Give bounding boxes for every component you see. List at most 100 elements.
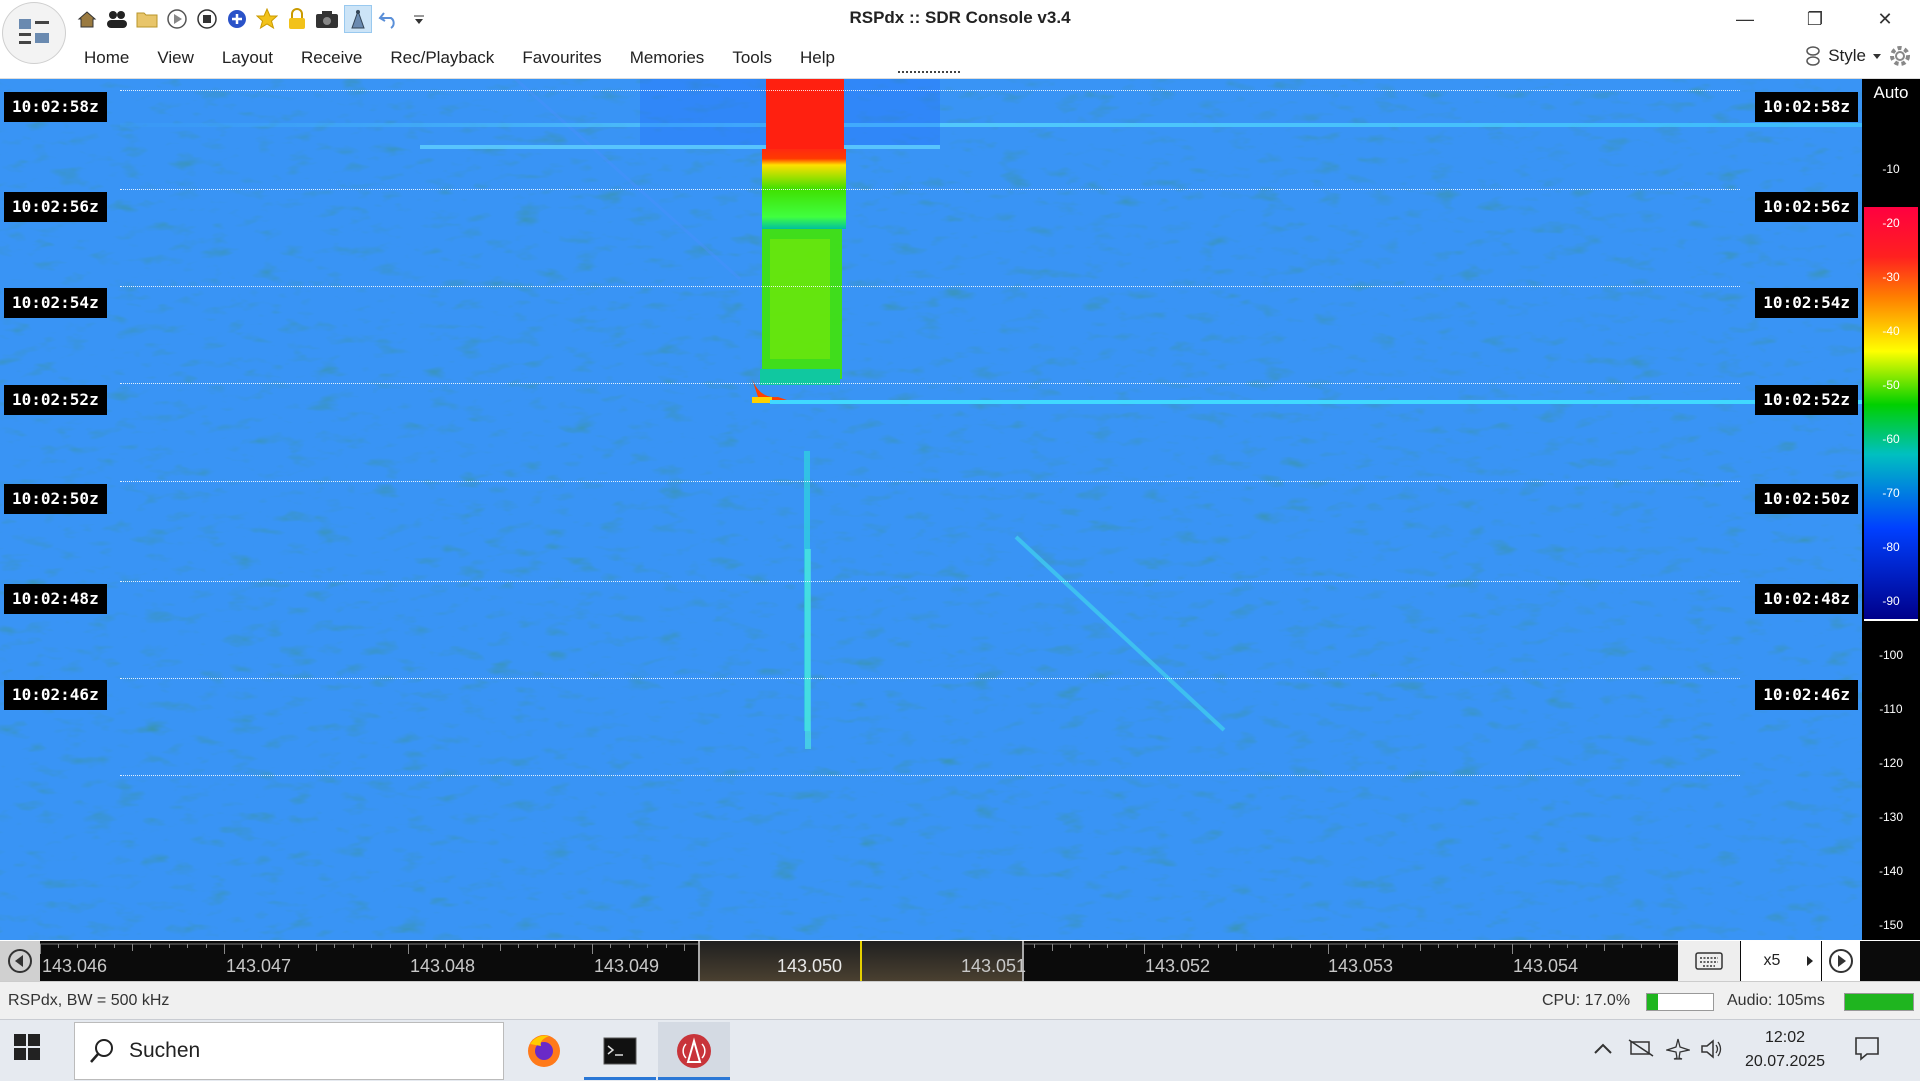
- menu-view[interactable]: View: [157, 48, 194, 68]
- frequency-label: 143.046: [42, 956, 108, 976]
- menu-help[interactable]: Help: [800, 48, 835, 68]
- clock-date: 20.07.2025: [1744, 1053, 1826, 1070]
- audio-latency-label: Audio: 105ms: [1727, 992, 1825, 1009]
- color-gradient: [1864, 207, 1918, 619]
- time-label-left: 10:02:46z: [4, 680, 107, 710]
- tray-overflow-icon[interactable]: [1594, 1038, 1612, 1059]
- menu-receive[interactable]: Receive: [301, 48, 362, 68]
- scale-level-label: -120: [1878, 756, 1904, 770]
- menu-memories[interactable]: Memories: [630, 48, 705, 68]
- frequency-label: 143.053: [1328, 956, 1394, 976]
- terminal-icon: [603, 1037, 637, 1065]
- scale-level-label: -130: [1878, 810, 1904, 824]
- tuning-cursor[interactable]: [860, 941, 862, 981]
- time-label-right: 10:02:56z: [1755, 192, 1858, 222]
- notification-center-icon[interactable]: [1853, 1034, 1881, 1067]
- cpu-usage-label: CPU: 17.0%: [1542, 992, 1631, 1009]
- style-menu[interactable]: Style: [1804, 44, 1912, 68]
- frequency-label: 143.048: [410, 956, 476, 976]
- search-icon: [90, 1039, 113, 1063]
- keyboard-button[interactable]: [1678, 941, 1740, 981]
- taskbar-search-box[interactable]: Suchen: [74, 1022, 504, 1080]
- time-label-left: 10:02:56z: [4, 192, 107, 222]
- start-button[interactable]: [14, 1034, 40, 1065]
- frequency-label: 143.052: [1145, 956, 1211, 976]
- restore-button[interactable]: ❐: [1780, 0, 1850, 38]
- title-bar: RSPdx :: SDR Console v3.4 — ❐ ✕: [0, 0, 1920, 38]
- minimize-button[interactable]: —: [1710, 0, 1780, 38]
- time-label-left: 10:02:52z: [4, 385, 107, 415]
- menu-favourites[interactable]: Favourites: [522, 48, 601, 68]
- scale-level-label: -70: [1882, 486, 1900, 500]
- windows-logo-icon: [14, 1034, 40, 1060]
- ribbon-collapse-handle[interactable]: [898, 71, 960, 73]
- taskbar-firefox[interactable]: [508, 1022, 580, 1080]
- chevron-right-icon: [1807, 956, 1813, 966]
- zoom-next-button[interactable]: [1795, 941, 1825, 981]
- time-label-right: 10:02:46z: [1755, 680, 1858, 710]
- time-gridline: [120, 90, 1740, 91]
- scale-level-label: -150: [1878, 918, 1904, 932]
- gear-icon[interactable]: [1888, 44, 1912, 68]
- frequency-bar: 143.046 143.047 143.048 143.049 143.050 …: [0, 941, 1920, 981]
- taskbar-clock[interactable]: 12:02 20.07.2025: [1720, 1026, 1850, 1074]
- time-label-right: 10:02:48z: [1755, 584, 1858, 614]
- scroll-right-icon: [1829, 949, 1853, 973]
- window-title: RSPdx :: SDR Console v3.4: [849, 8, 1071, 27]
- scale-level-label: -110: [1879, 702, 1903, 716]
- scroll-right-button[interactable]: [1822, 941, 1860, 981]
- taskbar-sdr-console[interactable]: [658, 1022, 730, 1080]
- network-disconnected-icon[interactable]: [1628, 1038, 1654, 1063]
- time-label-right: 10:02:52z: [1755, 385, 1858, 415]
- main-menu: Home View Layout Receive Rec/Playback Fa…: [70, 38, 849, 78]
- scale-level-label: -140: [1878, 864, 1904, 878]
- menu-tools[interactable]: Tools: [732, 48, 772, 68]
- frequency-label: 143.051: [961, 956, 1027, 976]
- frequency-label: 143.049: [594, 956, 660, 976]
- frequency-scale[interactable]: 143.046 143.047 143.048 143.049 143.050 …: [40, 941, 1678, 981]
- time-gridline: [120, 189, 1740, 190]
- airplane-mode-icon[interactable]: [1664, 1038, 1692, 1065]
- time-label-left: 10:02:48z: [4, 584, 107, 614]
- keyboard-icon: [1695, 952, 1723, 970]
- color-scale[interactable]: Auto -10 -20 -30 -40 -50 -60 -70 -80 -90…: [1862, 79, 1920, 940]
- status-bar: RSPdx, BW = 500 kHz CPU: 17.0% Audio: 10…: [0, 981, 1920, 1020]
- time-gridline: [120, 775, 1740, 776]
- taskbar-terminal[interactable]: [584, 1022, 656, 1080]
- scale-level-label: -50: [1882, 378, 1900, 392]
- time-label-left: 10:02:54z: [4, 288, 107, 318]
- scale-mode-auto[interactable]: Auto: [1862, 83, 1920, 103]
- menu-layout[interactable]: Layout: [222, 48, 273, 68]
- cpu-usage-meter: [1646, 993, 1714, 1011]
- passband-edge-left[interactable]: [698, 941, 700, 981]
- floor-marker[interactable]: [1864, 619, 1918, 621]
- style-label: Style: [1828, 46, 1866, 65]
- time-gridline: [120, 481, 1740, 482]
- scale-level-label: -90: [1882, 594, 1900, 608]
- scale-level-label: -100: [1878, 648, 1904, 662]
- search-placeholder: Suchen: [129, 1039, 201, 1062]
- close-button[interactable]: ✕: [1850, 0, 1920, 38]
- scale-level-label: -30: [1882, 270, 1900, 284]
- waterfall-spectrogram: [0, 79, 1862, 940]
- time-label-right: 10:02:50z: [1755, 484, 1858, 514]
- time-label-left: 10:02:58z: [4, 92, 107, 122]
- time-label-right: 10:02:54z: [1755, 288, 1858, 318]
- time-gridline: [120, 286, 1740, 287]
- time-label-left: 10:02:50z: [4, 484, 107, 514]
- menu-bar: Home View Layout Receive Rec/Playback Fa…: [0, 38, 1920, 79]
- menu-rec-playback[interactable]: Rec/Playback: [390, 48, 494, 68]
- frequency-label: 143.050: [777, 956, 843, 976]
- scroll-left-button[interactable]: [0, 941, 40, 981]
- application-menu-button[interactable]: [2, 2, 66, 64]
- waterfall-display[interactable]: 10:02:58z 10:02:56z 10:02:54z 10:02:52z …: [0, 79, 1862, 940]
- audio-level-meter: [1844, 993, 1914, 1011]
- windows-taskbar: Suchen 12:02 20.07.2025: [0, 1019, 1920, 1081]
- scroll-left-icon: [8, 949, 32, 973]
- time-gridline: [120, 678, 1740, 679]
- time-gridline: [120, 581, 1740, 582]
- menu-home[interactable]: Home: [84, 48, 129, 68]
- scale-level-label: -80: [1882, 540, 1900, 554]
- app-menu-icon: [19, 19, 49, 44]
- time-label-right: 10:02:58z: [1755, 92, 1858, 122]
